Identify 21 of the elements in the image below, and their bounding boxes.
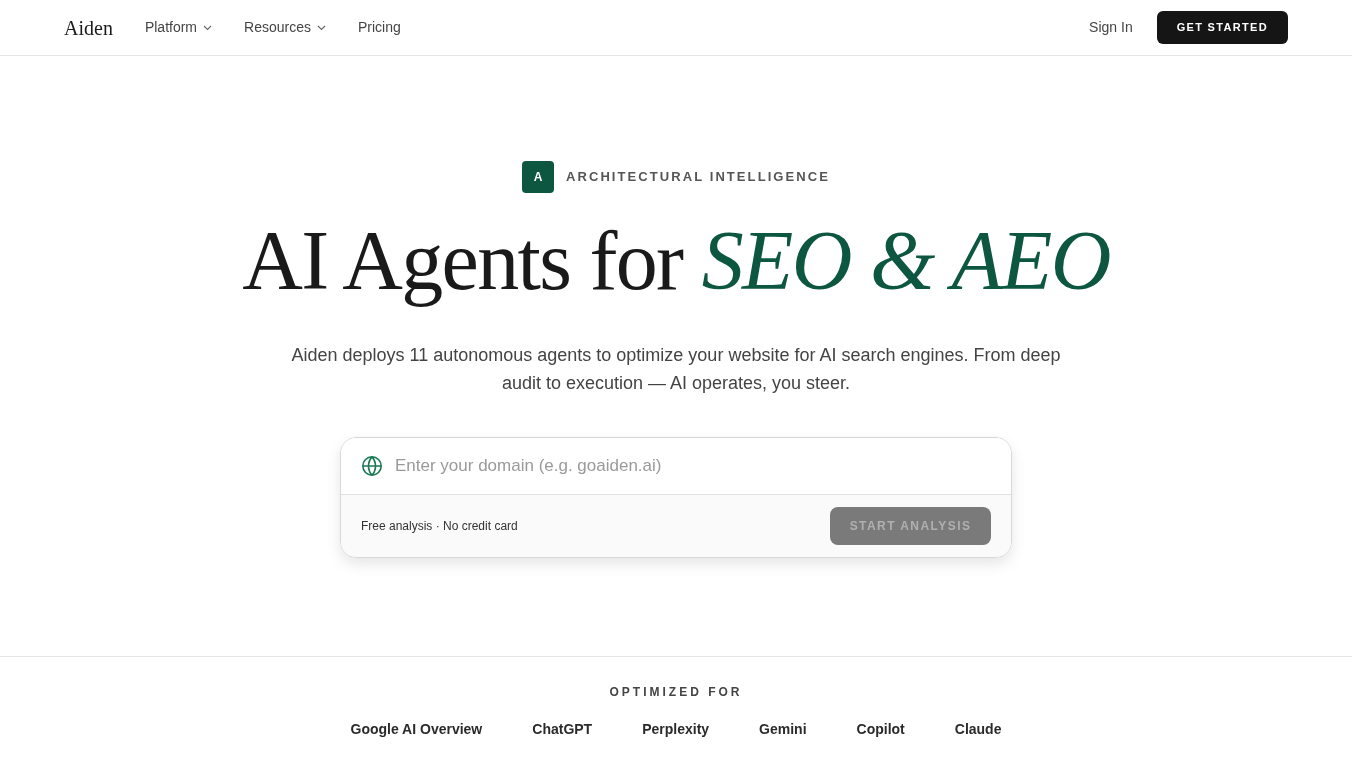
globe-icon	[361, 455, 383, 477]
chevron-down-icon	[203, 24, 212, 31]
platform-name: ChatGPT	[532, 720, 593, 739]
nav-link[interactable]: Resources	[244, 17, 326, 38]
card-note: Free analysis · No credit card	[361, 518, 518, 535]
nav-link[interactable]: Pricing	[357, 17, 401, 38]
nav-link[interactable]: Platform	[144, 17, 212, 38]
platform-name: Perplexity	[642, 720, 710, 739]
platform-name: Gemini	[759, 720, 807, 739]
get-started-button[interactable]: GET STARTED	[1156, 11, 1288, 44]
domain-field[interactable]: Enter your domain (e.g. goaiden.ai)	[395, 453, 991, 479]
eyebrow-text: ARCHITECTURAL INTELLIGENCE	[566, 168, 830, 187]
section-heading: OPTIMIZED FOR	[609, 684, 743, 701]
chevron-down-icon	[316, 24, 326, 31]
platform-name: Claude	[954, 720, 1002, 739]
subtitle: Aiden deploys 11 autonomous agents to optimize your website for AI search engines. From deep audit to execution — AI operates, you steer.	[290, 344, 1062, 395]
logo[interactable]: Aiden	[64, 12, 113, 43]
platform-name: Copilot	[856, 720, 905, 739]
sign-in-link[interactable]: Sign In	[1081, 17, 1141, 38]
logo-badge: A	[522, 161, 554, 193]
platform-name: Google AI Overview	[350, 720, 483, 739]
